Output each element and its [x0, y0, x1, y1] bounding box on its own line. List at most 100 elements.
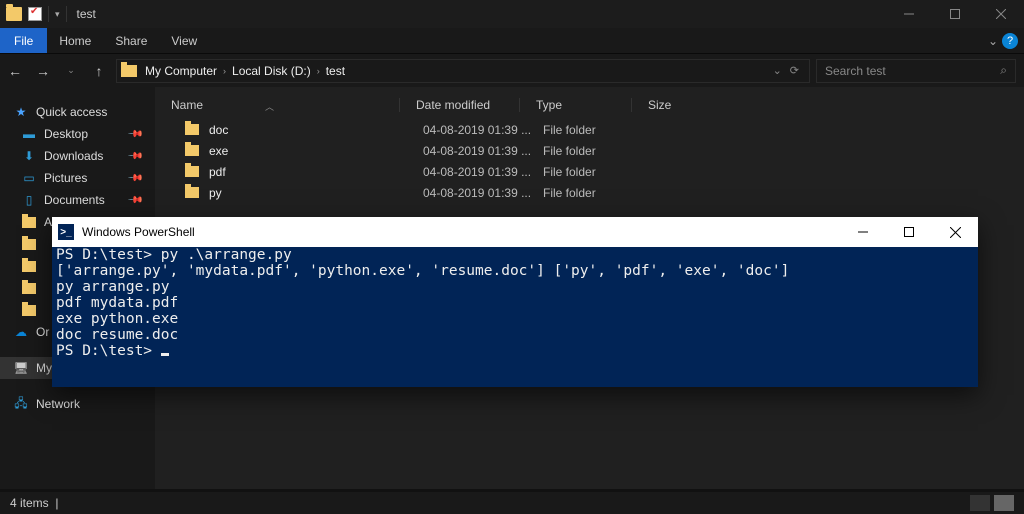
- folder-icon: [22, 261, 36, 272]
- powershell-titlebar[interactable]: >_ Windows PowerShell: [52, 217, 978, 247]
- sidebar-label: Pictures: [44, 171, 87, 185]
- folder-icon: [185, 124, 199, 135]
- tab-home[interactable]: Home: [47, 28, 103, 53]
- table-row[interactable]: py04-08-2019 01:39 ...File folder: [155, 182, 1024, 203]
- documents-icon: ▯: [22, 193, 36, 207]
- cell-type: File folder: [543, 123, 655, 137]
- cell-name: py: [209, 186, 423, 200]
- column-type[interactable]: Type: [519, 98, 631, 112]
- separator: [48, 6, 49, 22]
- network-icon: 🖧: [14, 397, 28, 411]
- view-details-button[interactable]: [970, 495, 990, 511]
- table-row[interactable]: pdf04-08-2019 01:39 ...File folder: [155, 161, 1024, 182]
- sidebar-label: My: [36, 361, 52, 375]
- sidebar-label: Desktop: [44, 127, 88, 141]
- sidebar-label: A: [44, 215, 52, 229]
- cloud-icon: ☁: [14, 325, 28, 339]
- folder-icon: [22, 217, 36, 228]
- folder-icon: [22, 239, 36, 250]
- table-row[interactable]: doc04-08-2019 01:39 ...File folder: [155, 119, 1024, 140]
- column-name[interactable]: Name︿: [155, 98, 399, 112]
- cell-date: 04-08-2019 01:39 ...: [423, 144, 543, 158]
- qat-dropdown-icon[interactable]: ▾: [55, 9, 60, 20]
- cell-date: 04-08-2019 01:39 ...: [423, 165, 543, 179]
- close-button[interactable]: [932, 217, 978, 247]
- cell-name: pdf: [209, 165, 423, 179]
- maximize-button[interactable]: [932, 0, 978, 28]
- powershell-title: Windows PowerShell: [82, 225, 195, 239]
- sidebar-item-desktop[interactable]: ▬ Desktop 📌: [0, 123, 155, 145]
- minimize-button[interactable]: [840, 217, 886, 247]
- column-date[interactable]: Date modified: [399, 98, 519, 112]
- powershell-icon: >_: [58, 224, 74, 240]
- status-count: 4 items: [10, 496, 49, 510]
- computer-icon: 🖥: [14, 361, 28, 375]
- folder-icon: [22, 283, 36, 294]
- sidebar-label: Or: [36, 325, 49, 339]
- tab-share[interactable]: Share: [103, 28, 159, 53]
- tab-view[interactable]: View: [159, 28, 209, 53]
- pin-icon: 📌: [126, 192, 143, 209]
- separator: [66, 6, 67, 22]
- sidebar-item-network[interactable]: 🖧Network: [0, 393, 155, 415]
- folder-icon: [22, 305, 36, 316]
- qat-properties-icon[interactable]: [28, 7, 42, 21]
- sidebar-label: Quick access: [36, 105, 107, 119]
- cursor: [161, 353, 169, 356]
- sidebar-quick-access[interactable]: ★ Quick access: [0, 101, 155, 123]
- folder-icon: [121, 65, 137, 77]
- column-size[interactable]: Size: [631, 98, 711, 112]
- star-icon: ★: [14, 105, 28, 119]
- close-button[interactable]: [978, 0, 1024, 28]
- cell-name: doc: [209, 123, 423, 137]
- cell-date: 04-08-2019 01:39 ...: [423, 186, 543, 200]
- breadcrumb[interactable]: Local Disk (D:): [228, 64, 315, 78]
- pin-icon: 📌: [126, 170, 143, 187]
- cell-type: File folder: [543, 144, 655, 158]
- sidebar-item-pictures[interactable]: ▭ Pictures 📌: [0, 167, 155, 189]
- address-bar[interactable]: My Computer› Local Disk (D:)› test ⌄⟳: [116, 59, 810, 83]
- folder-icon: [185, 187, 199, 198]
- cell-name: exe: [209, 144, 423, 158]
- minimize-button[interactable]: [886, 0, 932, 28]
- search-input[interactable]: Search test ⌕: [816, 59, 1016, 83]
- address-dropdown-icon[interactable]: ⌄: [773, 64, 782, 77]
- pin-icon: 📌: [126, 126, 143, 143]
- cell-type: File folder: [543, 186, 655, 200]
- ribbon-tabs: File Home Share View ⌄ ?: [0, 28, 1024, 53]
- search-placeholder: Search test: [825, 64, 886, 78]
- sidebar-item-downloads[interactable]: ⬇Downloads📌: [0, 145, 155, 167]
- help-icon[interactable]: ?: [1002, 33, 1018, 49]
- maximize-button[interactable]: [886, 217, 932, 247]
- powershell-console[interactable]: PS D:\test> py .\arrange.py ['arrange.py…: [52, 247, 978, 387]
- sidebar-item-documents[interactable]: ▯ Documents 📌: [0, 189, 155, 211]
- table-row[interactable]: exe04-08-2019 01:39 ...File folder: [155, 140, 1024, 161]
- explorer-titlebar: ▾ test: [0, 0, 1024, 28]
- navigation-bar: ← → ⌄ ↑ My Computer› Local Disk (D:)› te…: [0, 53, 1024, 87]
- back-button[interactable]: ←: [4, 63, 26, 79]
- up-button[interactable]: ↑: [88, 63, 110, 79]
- cell-date: 04-08-2019 01:39 ...: [423, 123, 543, 137]
- view-icons-button[interactable]: [994, 495, 1014, 511]
- forward-button[interactable]: →: [32, 63, 54, 79]
- chevron-right-icon: ›: [317, 66, 320, 76]
- ribbon-collapse-icon[interactable]: ⌄: [988, 34, 998, 48]
- recent-dropdown-icon[interactable]: ⌄: [60, 65, 82, 76]
- breadcrumb[interactable]: My Computer: [141, 64, 221, 78]
- refresh-icon[interactable]: ⟳: [790, 64, 799, 77]
- cell-type: File folder: [543, 165, 655, 179]
- sidebar-label: Downloads: [44, 149, 103, 163]
- window-title: test: [77, 7, 96, 21]
- breadcrumb[interactable]: test: [322, 64, 349, 78]
- pictures-icon: ▭: [22, 171, 36, 185]
- tab-file[interactable]: File: [0, 28, 47, 53]
- sort-asc-icon: ︿: [265, 100, 274, 113]
- folder-icon: [6, 7, 22, 21]
- desktop-icon: ▬: [22, 127, 36, 141]
- status-bar: 4 items |: [0, 492, 1024, 514]
- sidebar-label: Documents: [44, 193, 105, 207]
- folder-icon: [185, 145, 199, 156]
- folder-icon: [185, 166, 199, 177]
- chevron-right-icon: ›: [223, 66, 226, 76]
- column-headers: Name︿ Date modified Type Size: [155, 91, 1024, 119]
